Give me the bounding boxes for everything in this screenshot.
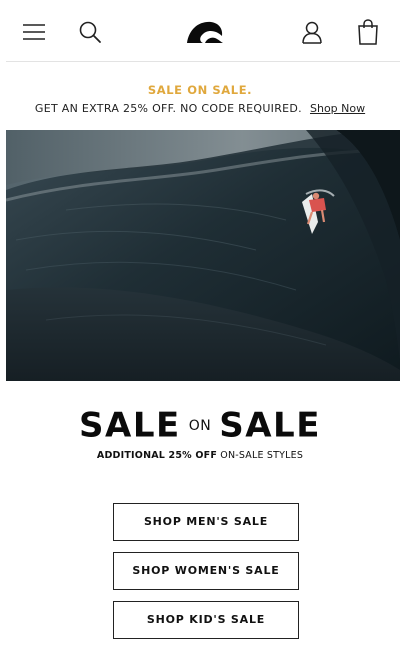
sale-sub-bold: ADDITIONAL 25% OFF xyxy=(96,450,218,461)
hero-image[interactable] xyxy=(6,130,400,381)
sale-word-right: SALE xyxy=(219,405,321,446)
search-icon[interactable] xyxy=(78,20,102,44)
site-header xyxy=(0,0,400,62)
sale-sub-rest: ON-SALE STYLES xyxy=(220,450,304,461)
sale-subheading: ADDITIONAL 25% OFF ON-SALE STYLES xyxy=(0,450,400,461)
quiksilver-logo[interactable] xyxy=(185,19,225,45)
promo-title: SALE ON SALE. xyxy=(147,83,253,97)
surfer-wave-image xyxy=(6,130,400,381)
sale-word-left: SALE xyxy=(79,405,181,446)
shop-womens-sale-button[interactable]: SHOP WOMEN'S SALE xyxy=(113,552,299,590)
sale-on-sale-heading: SALE ON SALE xyxy=(0,405,400,446)
promo-line: GET AN EXTRA 25% OFF. NO CODE REQUIRED. S… xyxy=(0,102,400,116)
sale-word-on: ON xyxy=(188,417,212,434)
menu-icon[interactable] xyxy=(22,20,46,44)
account-icon[interactable] xyxy=(300,20,324,44)
shop-now-link[interactable]: Shop Now xyxy=(310,102,365,115)
promo-banner: SALE ON SALE. GET AN EXTRA 25% OFF. NO C… xyxy=(0,78,400,116)
bag-icon[interactable] xyxy=(356,19,380,45)
shop-kids-sale-button[interactable]: SHOP KID'S SALE xyxy=(113,601,299,639)
shop-mens-sale-button[interactable]: SHOP MEN'S SALE xyxy=(113,503,299,541)
promo-text: GET AN EXTRA 25% OFF. NO CODE REQUIRED. xyxy=(34,102,302,115)
header-divider xyxy=(6,61,400,62)
